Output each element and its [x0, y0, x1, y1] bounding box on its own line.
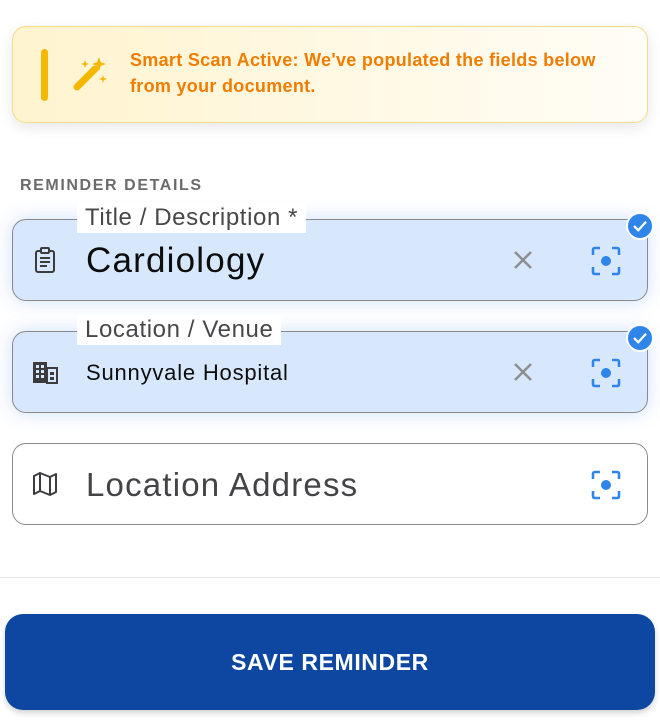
autofilled-check-icon: [626, 212, 654, 240]
building-icon: [33, 362, 58, 384]
map-icon: [33, 472, 57, 496]
autofilled-check-icon: [626, 324, 654, 352]
footer-divider: [0, 577, 660, 578]
banner-line-2: from your document.: [130, 76, 316, 96]
title-input[interactable]: Cardiology: [86, 220, 265, 302]
section-title: REMINDER DETAILS: [20, 177, 203, 194]
clear-title-icon[interactable]: [507, 244, 539, 276]
banner-line-1: Smart Scan Active: We've populated the f…: [130, 50, 596, 70]
location-field[interactable]: Location / Venue Sunnyvale Hospital: [12, 315, 654, 414]
clipboard-icon: [35, 247, 55, 273]
scan-location-icon[interactable]: [589, 356, 623, 390]
smart-scan-banner: Smart Scan Active: We've populated the f…: [12, 26, 648, 123]
title-field[interactable]: Title / Description * Cardiology: [12, 203, 654, 302]
scan-title-icon[interactable]: [589, 244, 623, 278]
banner-accent-bar: [41, 49, 48, 101]
scan-address-icon[interactable]: [589, 468, 623, 502]
magic-wand-icon: [73, 57, 107, 91]
clear-location-icon[interactable]: [507, 356, 539, 388]
banner-message: Smart Scan Active: We've populated the f…: [130, 47, 630, 99]
address-field[interactable]: Location Address: [12, 443, 648, 525]
save-reminder-button[interactable]: SAVE REMINDER: [5, 614, 655, 710]
address-input[interactable]: Location Address: [86, 444, 358, 526]
location-input[interactable]: Sunnyvale Hospital: [86, 332, 289, 414]
